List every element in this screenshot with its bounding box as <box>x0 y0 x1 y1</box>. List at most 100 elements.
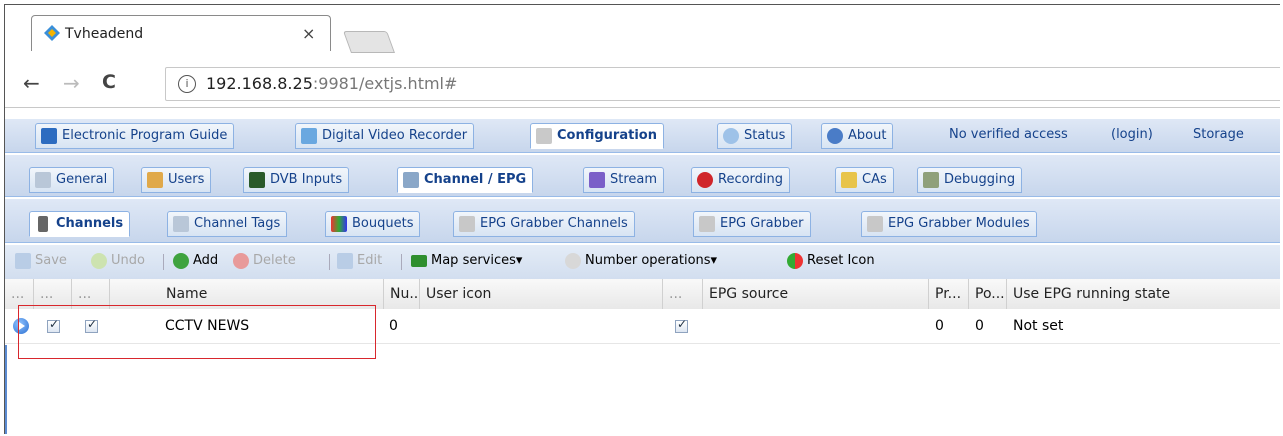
grabber-icon <box>699 216 715 232</box>
delete-icon <box>233 253 249 269</box>
tab-label: Users <box>168 172 205 187</box>
tab-label: Channel Tags <box>194 216 281 231</box>
tab-label: Bouquets <box>352 216 414 231</box>
number-operations-icon <box>565 253 581 269</box>
toolbar-separator <box>401 254 402 270</box>
config-tabbar: General Users DVB Inputs Channel / EPG S… <box>5 155 1280 197</box>
tab-stream[interactable]: Stream <box>583 167 665 193</box>
tab-debugging[interactable]: Debugging <box>917 167 1023 193</box>
number-operations-button[interactable]: Number operations▾ <box>565 253 718 269</box>
grabber-icon <box>459 216 475 232</box>
grid-icon <box>331 216 347 232</box>
reload-icon[interactable]: C <box>102 71 116 93</box>
url-path: :9981/extjs.html# <box>312 74 458 93</box>
tab-epg-grabber-channels[interactable]: EPG Grabber Channels <box>453 211 635 237</box>
tab-label: Digital Video Recorder <box>322 128 468 143</box>
eye-icon <box>723 128 739 144</box>
back-arrow-icon[interactable]: ← <box>23 71 40 95</box>
tab-users[interactable]: Users <box>141 167 212 193</box>
add-button[interactable]: Add <box>173 253 219 269</box>
tab-channels[interactable]: Channels <box>29 211 131 237</box>
edit-icon <box>337 253 353 269</box>
storage-label: Storage <box>1193 127 1244 142</box>
tv-icon <box>403 172 419 188</box>
tab-channel-epg[interactable]: Channel / EPG <box>397 167 534 193</box>
tab-general[interactable]: General <box>29 167 115 193</box>
tab-dvr[interactable]: Digital Video Recorder <box>295 123 475 149</box>
tab-label: EPG Grabber <box>720 216 804 231</box>
panel-edge <box>5 345 7 434</box>
delete-label: Delete <box>253 253 296 268</box>
dvr-icon <box>301 128 317 144</box>
wrench-icon <box>536 128 552 144</box>
undo-icon <box>91 253 107 269</box>
tab-epg-grabber[interactable]: EPG Grabber <box>693 211 811 237</box>
tab-epg-grabber-modules[interactable]: EPG Grabber Modules <box>861 211 1037 237</box>
add-icon <box>173 253 189 269</box>
map-services-label: Map services <box>431 253 516 268</box>
forward-arrow-icon[interactable]: → <box>63 71 80 95</box>
reset-icon-label: Reset Icon <box>807 253 875 268</box>
column-header-priority[interactable]: Pr... <box>928 279 968 309</box>
grabber-icon <box>867 216 883 232</box>
key-icon <box>841 172 857 188</box>
chevron-down-icon: ▾ <box>710 253 718 268</box>
tab-recording[interactable]: Recording <box>691 167 791 193</box>
tvheadend-favicon-icon <box>44 25 60 41</box>
toolbar-separator <box>329 254 330 270</box>
highlight-box <box>18 305 376 359</box>
edit-button[interactable]: Edit <box>337 253 383 269</box>
add-label: Add <box>193 253 219 268</box>
tab-configuration[interactable]: Configuration <box>530 123 664 149</box>
save-icon <box>15 253 31 269</box>
delete-button[interactable]: Delete <box>233 253 296 269</box>
column-header-misc[interactable]: ... <box>662 279 702 309</box>
tags-icon <box>173 216 189 232</box>
tab-label: EPG Grabber Channels <box>480 216 628 231</box>
save-label: Save <box>35 253 67 268</box>
column-header-epg-running[interactable]: Use EPG running state <box>1006 279 1280 309</box>
tab-bouquets[interactable]: Bouquets <box>325 211 421 237</box>
tab-status[interactable]: Status <box>717 123 793 149</box>
address-bar[interactable]: i 192.168.8.25:9981/extjs.html# <box>165 67 1280 101</box>
info-icon <box>827 128 843 144</box>
tab-label: Stream <box>610 172 658 187</box>
site-info-icon[interactable]: i <box>178 75 196 93</box>
channel-epg-running: Not set <box>1013 318 1064 334</box>
actions-toolbar: Save Undo Add Delete Edit Map services▾ … <box>5 245 1280 280</box>
undo-label: Undo <box>111 253 145 268</box>
tab-cas[interactable]: CAs <box>835 167 894 193</box>
tab-label: Channel / EPG <box>424 172 527 187</box>
tab-label: EPG Grabber Modules <box>888 216 1030 231</box>
main-tabbar: Electronic Program Guide Digital Video R… <box>5 119 1280 153</box>
browser-window: Tvheadend × ← → C i 192.168.8.25:9981/ex… <box>4 4 1280 434</box>
misc-checkbox[interactable] <box>675 317 688 333</box>
login-link[interactable]: (login) <box>1111 127 1153 142</box>
tab-epg[interactable]: Electronic Program Guide <box>35 123 235 149</box>
tv-card-icon <box>249 172 265 188</box>
tab-about[interactable]: About <box>821 123 894 149</box>
remote-icon <box>38 216 48 232</box>
column-header-postfix[interactable]: Po... <box>968 279 1006 309</box>
column-header-epg-source[interactable]: EPG source <box>702 279 928 309</box>
browser-tab-title: Tvheadend <box>65 26 144 42</box>
tab-label: Configuration <box>557 128 657 143</box>
tab-label: Recording <box>718 172 784 187</box>
tab-dvb-inputs[interactable]: DVB Inputs <box>243 167 350 193</box>
tab-channel-tags[interactable]: Channel Tags <box>167 211 288 237</box>
refresh-icon <box>787 253 803 269</box>
undo-button[interactable]: Undo <box>91 253 145 269</box>
column-header-number[interactable]: Nu... <box>383 279 419 309</box>
save-button[interactable]: Save <box>15 253 67 269</box>
reset-icon-button[interactable]: Reset Icon <box>787 253 875 269</box>
tab-label: General <box>56 172 108 187</box>
new-tab-button[interactable] <box>342 31 396 53</box>
column-header-user-icon[interactable]: User icon <box>419 279 662 309</box>
close-tab-icon[interactable]: × <box>302 24 315 43</box>
map-services-button[interactable]: Map services▾ <box>411 253 522 268</box>
edit-label: Edit <box>357 253 383 268</box>
tab-label: CAs <box>862 172 887 187</box>
chevron-down-icon: ▾ <box>515 253 523 268</box>
epg-icon <box>41 128 57 144</box>
tab-label: Electronic Program Guide <box>62 128 228 143</box>
